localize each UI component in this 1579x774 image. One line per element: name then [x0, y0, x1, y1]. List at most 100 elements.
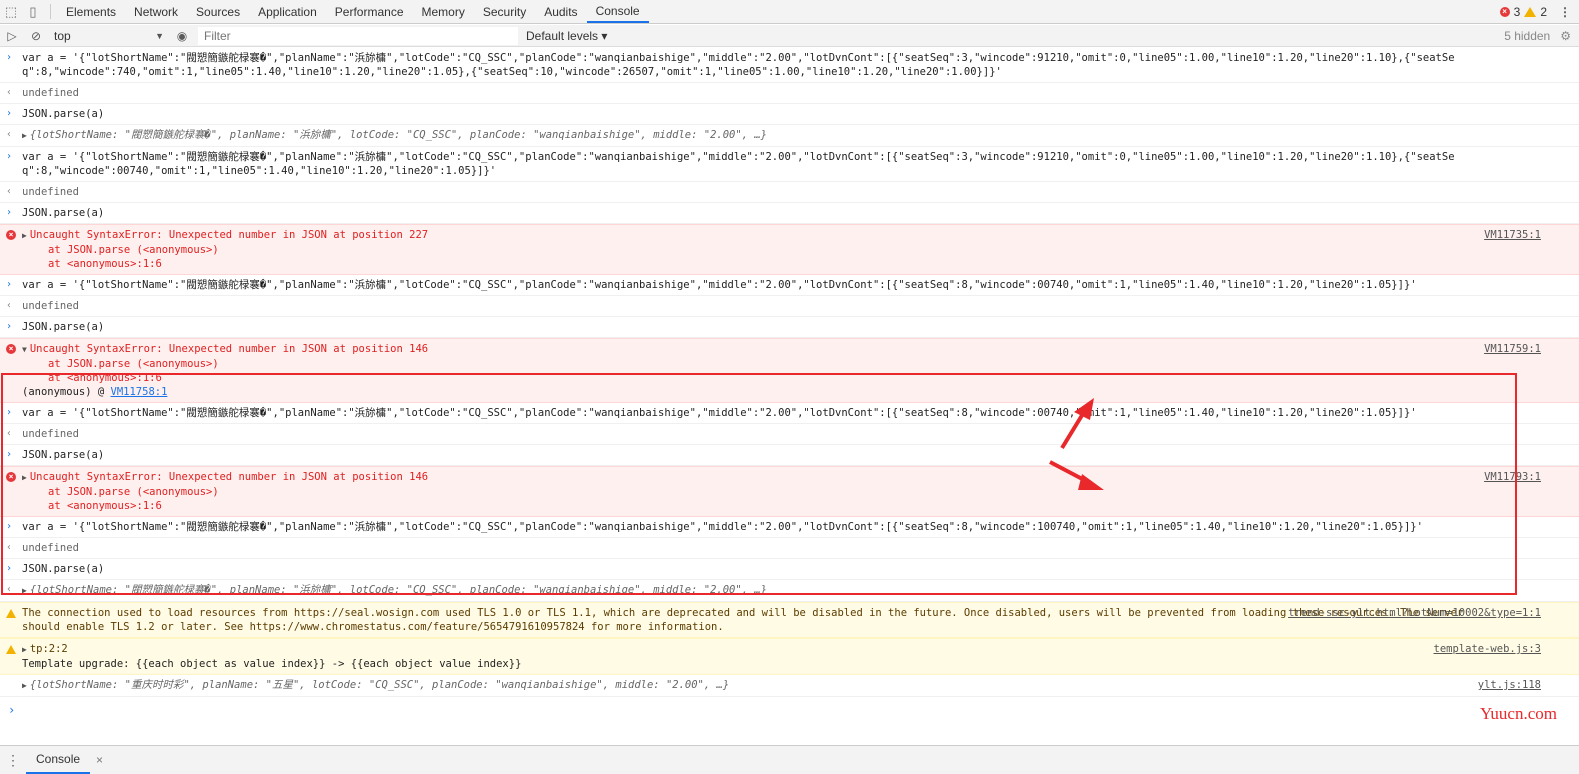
- tab-elements[interactable]: Elements: [57, 0, 125, 23]
- result-arrow-icon: ‹: [6, 428, 13, 439]
- expand-triangle-icon[interactable]: ▶: [22, 586, 27, 595]
- tab-sources[interactable]: Sources: [187, 0, 249, 23]
- stack-frame: at <anonymous>:1:6: [48, 258, 162, 270]
- expand-triangle-icon[interactable]: ▶: [22, 231, 27, 240]
- command-text: JSON.parse(a): [22, 207, 105, 219]
- input-prompt-icon: ›: [6, 151, 13, 162]
- error-message: Uncaught SyntaxError: Unexpected number …: [29, 343, 429, 355]
- object-preview: {lotShortName: "重庆时时彩", planName: "五星", …: [29, 679, 730, 691]
- bottom-drawer: ⋮ Console ×: [0, 745, 1579, 774]
- source-link[interactable]: VM11759:1: [1484, 342, 1541, 356]
- stack-frame: at <anonymous>:1:6: [48, 372, 162, 384]
- console-error[interactable]: × ▼ Uncaught SyntaxError: Unexpected numbe…: [0, 338, 1579, 403]
- console-object-result[interactable]: ‹ ▶ {lotShortName: "閥愬簡鏃舵椂褰�", planName: "…: [0, 125, 1579, 147]
- console-warning[interactable]: The connection used to load resources fr…: [0, 602, 1579, 638]
- console-error[interactable]: × ▶ Uncaught SyntaxError: Unexpected numbe…: [0, 224, 1579, 275]
- input-prompt-icon: ›: [6, 279, 13, 290]
- command-text: var a = '{"lotShortName":"閥愬簡鏃舵椂褰�","pla…: [22, 52, 1455, 78]
- context-value: top: [54, 28, 71, 43]
- tab-memory[interactable]: Memory: [413, 0, 474, 23]
- console-result: ‹ undefined: [0, 296, 1579, 317]
- warning-icon: [6, 609, 16, 618]
- devtools-tab-bar: ⬚ ▯ Elements Network Sources Application…: [0, 0, 1579, 24]
- console-log[interactable]: › var a = '{"lotShortName":"閥愬簡鏃舵椂褰�","pl…: [0, 48, 1579, 744]
- collapse-triangle-icon[interactable]: ▼: [22, 345, 27, 354]
- warning-label: tp:2:2: [29, 643, 68, 655]
- warning-message: Template upgrade: {{each object as value…: [22, 658, 522, 670]
- object-preview: {lotShortName: "閥愬簡鏃舵椂褰�", planName: "浜旀…: [29, 129, 767, 141]
- object-preview: {lotShortName: "閥愬簡鏃舵椂褰�", planName: "浜旀…: [29, 584, 767, 596]
- result-arrow-icon: ‹: [6, 129, 13, 140]
- console-result: ‹ undefined: [0, 424, 1579, 445]
- error-icon: ×: [1499, 6, 1510, 17]
- inspect-element-icon[interactable]: ⬚: [0, 0, 22, 23]
- stack-frame: at JSON.parse (<anonymous>): [48, 358, 219, 370]
- drawer-menu-icon[interactable]: ⋮: [0, 752, 26, 769]
- input-prompt-icon: ›: [6, 108, 13, 119]
- command-text: var a = '{"lotShortName":"閥愬簡鏃舵椂褰�","pla…: [22, 279, 1417, 291]
- console-input-line: › JSON.parse(a): [0, 317, 1579, 338]
- tab-performance[interactable]: Performance: [326, 0, 413, 23]
- input-prompt-icon: ›: [6, 321, 13, 332]
- drawer-tab-console[interactable]: Console: [26, 746, 91, 774]
- console-input-line: › JSON.parse(a): [0, 559, 1579, 580]
- error-icon: ×: [6, 472, 16, 482]
- expand-triangle-icon[interactable]: ▶: [22, 473, 27, 482]
- vm-link[interactable]: VM11758:1: [111, 386, 168, 398]
- source-link[interactable]: ylt.js:118: [1478, 678, 1541, 692]
- input-prompt-icon: ›: [6, 52, 13, 63]
- tab-audits[interactable]: Audits: [535, 0, 586, 23]
- command-text: var a = '{"lotShortName":"閥愬簡鏃舵椂褰�","pla…: [22, 407, 1417, 419]
- gear-icon[interactable]: ⚙: [1560, 29, 1571, 43]
- filter-input[interactable]: [198, 26, 518, 45]
- error-icon: ×: [6, 230, 16, 240]
- command-text: JSON.parse(a): [22, 321, 105, 333]
- clear-console-icon[interactable]: ⊘: [24, 29, 48, 43]
- console-input-line: › var a = '{"lotShortName":"閥愬簡鏃舵椂褰�","pl…: [0, 48, 1579, 83]
- input-prompt-icon: ›: [6, 563, 13, 574]
- result-arrow-icon: ‹: [6, 186, 13, 197]
- command-text: JSON.parse(a): [22, 108, 105, 120]
- expand-triangle-icon[interactable]: ▶: [22, 645, 27, 654]
- console-prompt[interactable]: ›: [0, 697, 1579, 717]
- source-link[interactable]: template-web.js:3: [1434, 642, 1541, 656]
- result-text: undefined: [22, 87, 79, 99]
- console-object-result[interactable]: ‹ ▶ {lotShortName: "閥愬簡鏃舵椂褰�", planName: "…: [0, 580, 1579, 602]
- error-message: Uncaught SyntaxError: Unexpected number …: [29, 471, 429, 483]
- input-prompt-icon: ›: [6, 207, 13, 218]
- eye-icon[interactable]: ◉: [170, 29, 194, 43]
- divider: [50, 4, 51, 19]
- warning-icon: [6, 645, 16, 654]
- expand-triangle-icon[interactable]: ▶: [22, 681, 27, 690]
- console-input-line: › var a = '{"lotShortName":"閥愬簡鏃舵椂褰�","pl…: [0, 517, 1579, 538]
- result-text: undefined: [22, 300, 79, 312]
- expand-triangle-icon[interactable]: ▶: [22, 131, 27, 140]
- anon-label: (anonymous) @: [22, 386, 105, 398]
- tab-security[interactable]: Security: [474, 0, 535, 23]
- console-object-result[interactable]: ▶ {lotShortName: "重庆时时彩", planName: "五星",…: [0, 675, 1579, 697]
- source-link[interactable]: VM11793:1: [1484, 470, 1541, 484]
- tab-network[interactable]: Network: [125, 0, 187, 23]
- result-arrow-icon: ‹: [6, 584, 13, 595]
- context-selector[interactable]: top ▼: [48, 27, 170, 45]
- tab-console[interactable]: Console: [586, 0, 649, 23]
- tab-application[interactable]: Application: [249, 0, 326, 23]
- console-warning[interactable]: ▶ tp:2:2 Template upgrade: {{each object a…: [0, 638, 1579, 675]
- console-input-line: › var a = '{"lotShortName":"閥愬簡鏃舵椂褰�","pl…: [0, 275, 1579, 296]
- result-text: undefined: [22, 428, 79, 440]
- console-error[interactable]: × ▶ Uncaught SyntaxError: Unexpected numbe…: [0, 466, 1579, 517]
- close-icon[interactable]: ×: [96, 753, 103, 767]
- issue-counters[interactable]: × 3 2 ⋮: [1499, 0, 1579, 23]
- console-result: ‹ undefined: [0, 538, 1579, 559]
- sidebar-toggle-icon[interactable]: ▷: [0, 29, 24, 43]
- device-toggle-icon[interactable]: ▯: [22, 0, 44, 23]
- more-options-icon[interactable]: ⋮: [1559, 5, 1571, 19]
- log-levels-dropdown[interactable]: Default levels ▾: [526, 29, 607, 43]
- error-icon: ×: [6, 344, 16, 354]
- source-link[interactable]: VM11735:1: [1484, 228, 1541, 242]
- console-result: ‹ undefined: [0, 83, 1579, 104]
- warning-icon: [1524, 6, 1537, 17]
- source-link[interactable]: trend-ssc-ylt.html?LotNum=10002&type=1:1: [1288, 606, 1541, 620]
- command-text: var a = '{"lotShortName":"閥愬簡鏃舵椂褰�","pla…: [22, 151, 1455, 177]
- result-arrow-icon: ‹: [6, 87, 13, 98]
